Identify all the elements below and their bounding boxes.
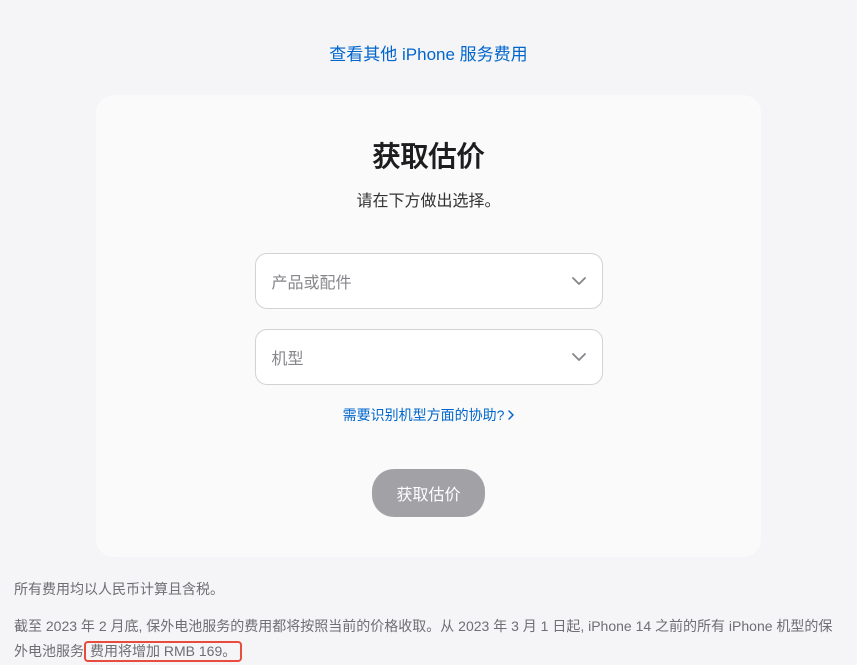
card-title: 获取估价 [136,135,721,175]
chevron-down-icon [572,277,586,285]
help-link-label: 需要识别机型方面的协助? [343,405,505,425]
footer-text: 所有费用均以人民币计算且含税。 截至 2023 年 2 月底, 保外电池服务的费… [14,577,844,665]
footer-line-1: 所有费用均以人民币计算且含税。 [14,577,844,602]
get-estimate-button[interactable]: 获取估价 [372,469,484,517]
top-link-container: 查看其他 iPhone 服务费用 [0,0,857,95]
product-select-wrapper: 产品或配件 [255,253,603,309]
card-subtitle: 请在下方做出选择。 [136,187,721,211]
model-select-label: 机型 [272,345,304,369]
model-select[interactable]: 机型 [255,329,603,385]
footer-line-2: 截至 2023 年 2 月底, 保外电池服务的费用都将按照当前的价格收取。从 2… [14,614,844,664]
product-select-label: 产品或配件 [272,269,352,293]
identify-model-help-link[interactable]: 需要识别机型方面的协助? [343,405,515,425]
estimate-card: 获取估价 请在下方做出选择。 产品或配件 机型 需要识别机型方面的协助? 获取估… [96,95,761,557]
other-services-link[interactable]: 查看其他 iPhone 服务费用 [329,45,527,64]
model-select-wrapper: 机型 [255,329,603,385]
price-increase-highlight: 费用将增加 RMB 169。 [84,641,242,662]
product-select[interactable]: 产品或配件 [255,253,603,309]
chevron-down-icon [572,353,586,361]
help-link-container: 需要识别机型方面的协助? [136,405,721,425]
chevron-right-icon [508,407,514,423]
